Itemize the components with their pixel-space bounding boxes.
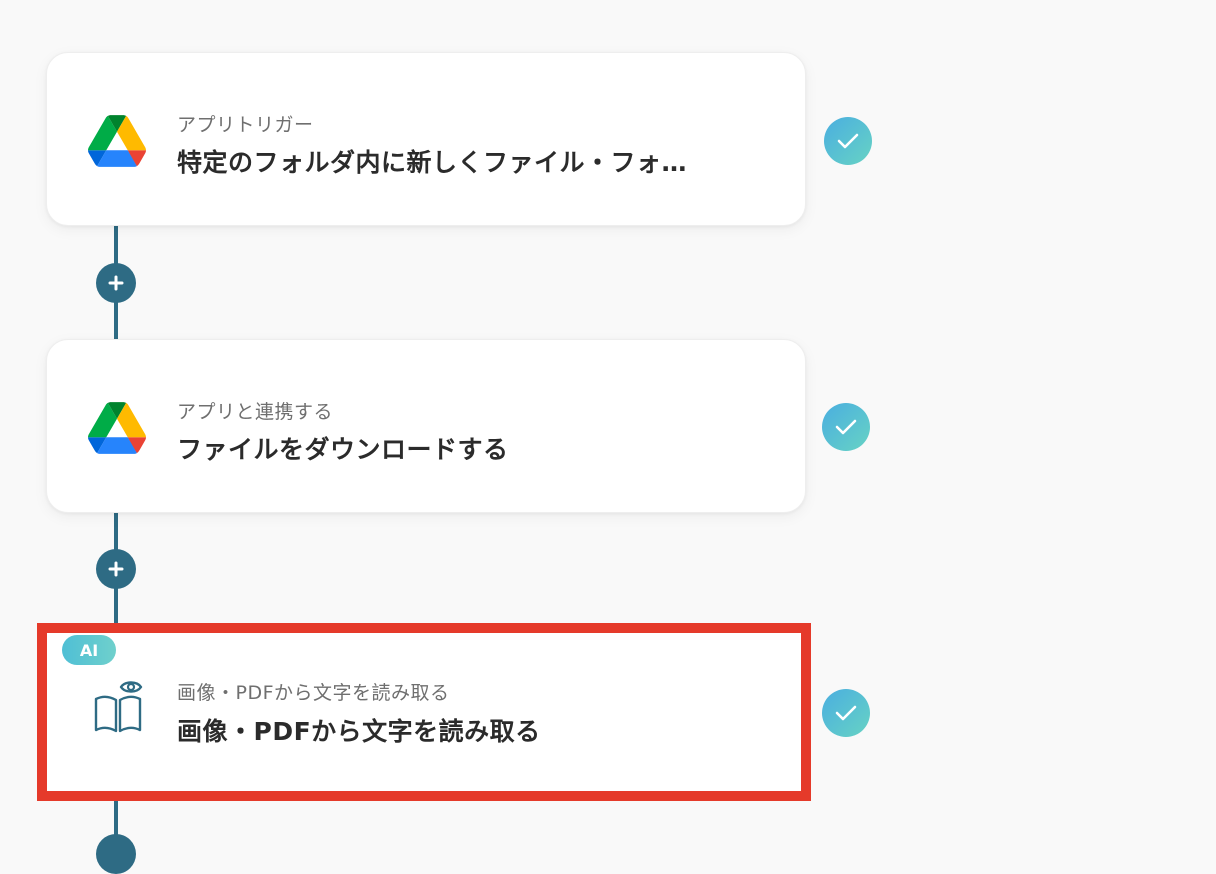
step-type-label: アプリトリガー (177, 114, 314, 136)
step-title: 特定のフォルダ内に新しくファイル・フォ… (177, 148, 688, 177)
flow-step-card[interactable]: アプリと連携する ファイルをダウンロードする (46, 339, 806, 513)
step-completed-check (822, 403, 870, 451)
step-title: ファイルをダウンロードする (177, 435, 509, 464)
plus-icon (108, 561, 124, 577)
check-icon (837, 133, 859, 149)
add-step-button[interactable] (96, 263, 136, 303)
check-icon (835, 419, 857, 435)
google-drive-icon (87, 398, 147, 458)
ai-badge: AI (62, 635, 116, 665)
check-icon (835, 705, 857, 721)
step-title: 画像・PDFから文字を読み取る (177, 717, 541, 746)
step-completed-check (824, 117, 872, 165)
flow-step-card[interactable]: アプリトリガー 特定のフォルダ内に新しくファイル・フォ… (46, 52, 806, 226)
plus-icon (108, 275, 124, 291)
add-step-button[interactable] (96, 834, 136, 874)
book-eye-icon (88, 677, 148, 737)
flow-step-card-selected[interactable]: AI 画像・PDFから文字を読み取る 画像・PDFから文字を読み取る (37, 623, 811, 801)
step-type-label: 画像・PDFから文字を読み取る (177, 682, 450, 704)
google-drive-icon (87, 111, 147, 171)
add-step-button[interactable] (96, 549, 136, 589)
step-type-label: アプリと連携する (177, 401, 334, 423)
step-completed-check (822, 689, 870, 737)
